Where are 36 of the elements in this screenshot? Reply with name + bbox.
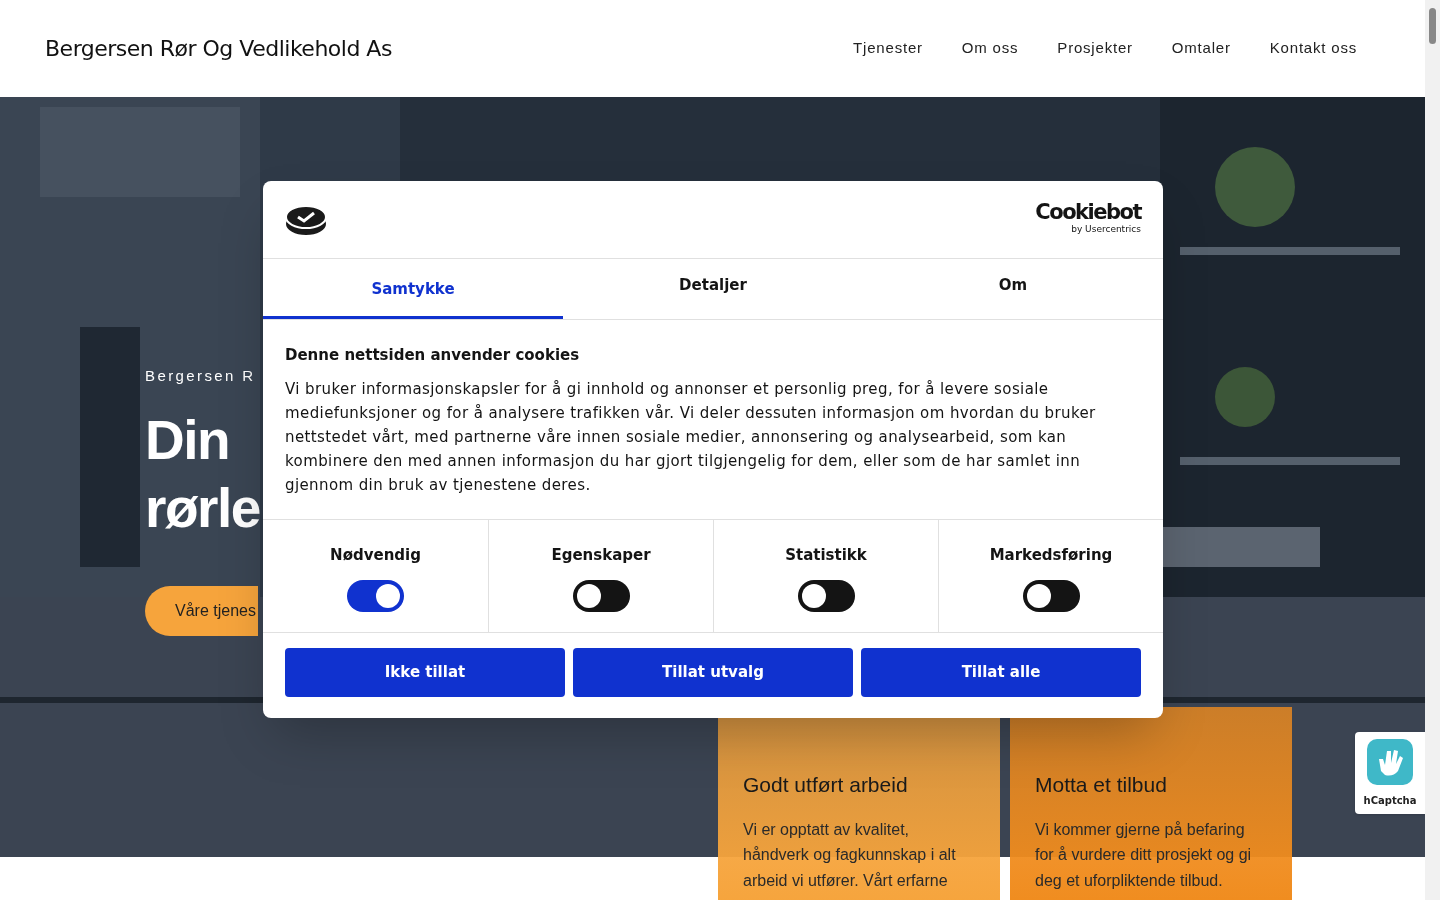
services-button[interactable]: Våre tjenes (145, 585, 258, 636)
site-logo[interactable]: Bergersen Rør Og Vedlikehold As (45, 32, 392, 65)
toggle-switch[interactable] (1022, 580, 1080, 612)
category-label: Egenskaper (551, 544, 651, 566)
captcha-badge[interactable]: hCaptcha (1355, 732, 1425, 814)
dialog-button[interactable]: Tillat utvalg (573, 647, 853, 697)
dialog-tab[interactable]: Samtykke (263, 259, 563, 319)
nav-link[interactable]: Kontakt oss (1269, 37, 1357, 60)
category-label: Nødvendig (330, 544, 421, 566)
card-title: Motta et tilbud (1035, 772, 1168, 798)
nav-link[interactable]: Prosjekter (1057, 37, 1133, 60)
hero-title-line: Din (145, 407, 230, 473)
dialog-button[interactable]: Ikke tillat (285, 647, 565, 697)
card-text: Vi kommer gjerne på befaring for å vurdere ditt prosjekt og gi deg et uforpliktende tilbud. (1035, 819, 1253, 891)
toggle-switch[interactable] (572, 580, 630, 612)
dialog-tab[interactable]: Detaljer (563, 259, 863, 319)
nav-link[interactable]: Tjenester (853, 37, 923, 60)
dialog-tab[interactable]: Om (863, 259, 1163, 319)
hero-eyebrow: Bergersen R (145, 366, 256, 386)
category-label: Markedsføring (989, 544, 1113, 566)
category-label: Statistikk (785, 544, 867, 566)
toggle-switch[interactable] (347, 580, 404, 612)
dialog-text: Vi bruker informasjonskapsler for å gi innhold og annonser et personlig preg, for å levere sosiale mediefunksjoner og for å analysere trafikken vår. Vi deler dessuten informasjon om hvordan du bruker nettstedet vårt, med partnerne våre innen sosiale medier, annonsering og analysearbeid, som kan kombinere den med annen informasjon du har gjort tilgjengelig for dem, eller som de har samlet inn gjennom din bruk av tjenestene deres. (285, 378, 1097, 496)
scrollbar[interactable] (1425, 0, 1440, 900)
hero-title-line: rørle (145, 475, 260, 541)
nav-link[interactable]: Om oss (961, 37, 1019, 60)
card-title: Godt utført arbeid (743, 772, 909, 798)
dialog-button[interactable]: Tillat alle (861, 647, 1141, 697)
card-text: Vi er opptatt av kvalitet, håndverk og fagkunnskap i alt arbeid vi utfører. Vårt erfarne (743, 819, 957, 891)
toggle-switch[interactable] (797, 580, 855, 612)
brand-logo: Cookiebot (1035, 202, 1141, 224)
hand-icon (1365, 737, 1415, 787)
nav-link[interactable]: Omtaler (1171, 37, 1231, 60)
captcha-label: hCaptcha (1363, 794, 1417, 808)
brand-tagline: by Usercentrics (1071, 223, 1141, 237)
dialog-heading: Denne nettsiden anvender cookies (285, 345, 581, 366)
